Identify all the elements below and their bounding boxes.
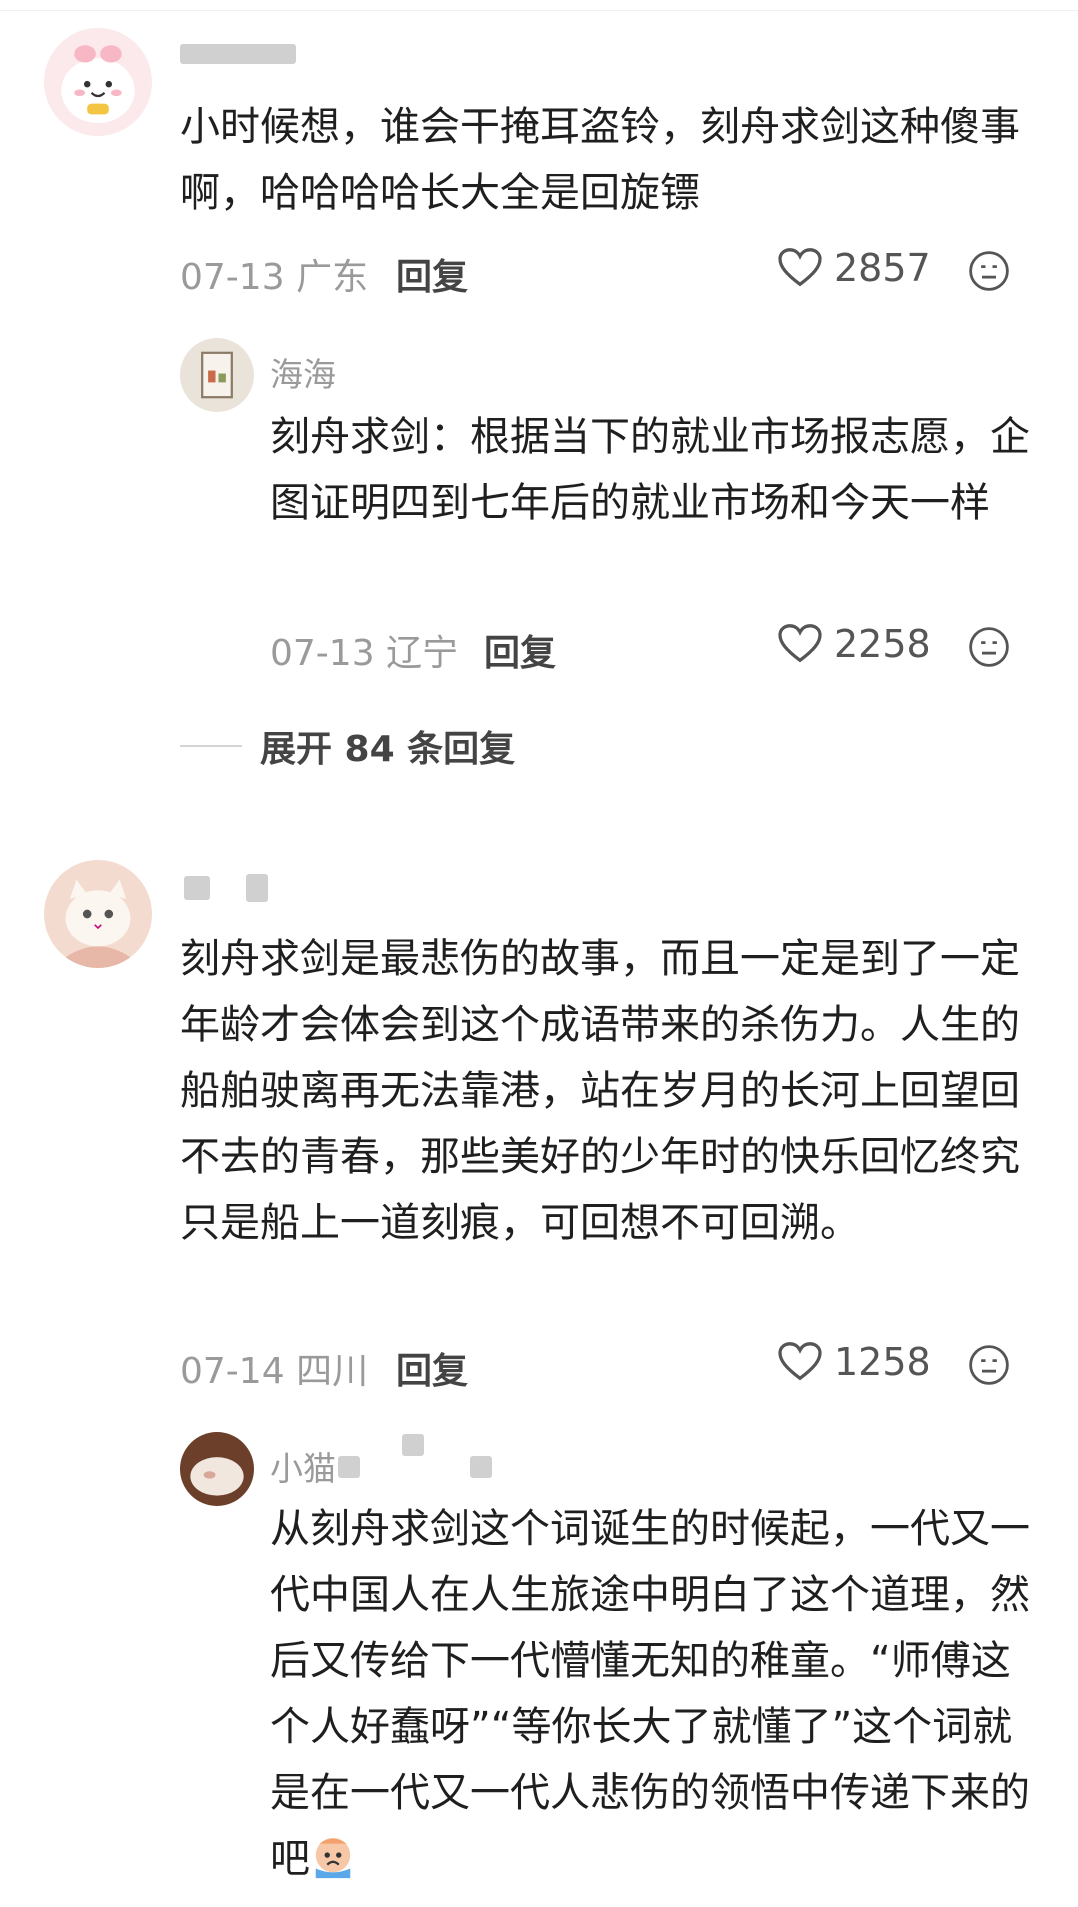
reply-text-content: 从刻舟求剑这个词诞生的时候起，一代又一代中国人在人生旅途中明白了这个道理，然后又…	[270, 1506, 1030, 1882]
blurred-username[interactable]	[184, 876, 210, 900]
like-button[interactable]: 2857	[778, 246, 931, 290]
blurred-username[interactable]	[470, 1456, 492, 1478]
blurred-username[interactable]	[338, 1456, 360, 1478]
comment-date: 07-14	[180, 1351, 285, 1392]
heart-icon	[778, 248, 822, 287]
avatar[interactable]	[44, 860, 152, 968]
reply-text: 刻舟求剑：根据当下的就业市场报志愿，企图证明四到七年后的就业市场和今天一样	[270, 414, 1030, 526]
reply-avatar[interactable]	[180, 1432, 254, 1506]
avatar[interactable]	[44, 28, 152, 136]
reply-username[interactable]: 小猫	[270, 1442, 336, 1490]
comment-meta: 07-13 广东	[180, 248, 368, 300]
like-button[interactable]: 1258	[778, 1340, 931, 1384]
neutral-face-icon	[969, 1345, 1009, 1385]
cat-avatar-icon	[44, 860, 152, 968]
reply-button[interactable]: 回复	[484, 624, 556, 676]
pink-cartoon-avatar-icon	[44, 28, 152, 136]
like-count: 2258	[834, 622, 931, 666]
neutral-face-icon	[969, 251, 1009, 291]
blurred-username[interactable]	[246, 874, 268, 902]
heart-icon	[778, 624, 822, 663]
photo-avatar-icon	[180, 338, 254, 412]
reply-text: 从刻舟求剑这个词诞生的时候起，一代又一代中国人在人生旅途中明白了这个道理，然后又…	[270, 1496, 1040, 1900]
reply-location: 辽宁	[386, 633, 459, 674]
reply-meta: 07-13 辽宁	[270, 624, 458, 676]
reply-date: 07-13	[270, 633, 375, 674]
dislike-face-button[interactable]	[968, 250, 1010, 296]
reply-button[interactable]: 回复	[396, 248, 468, 300]
expand-divider	[180, 745, 242, 747]
reply-button[interactable]: 回复	[396, 1342, 468, 1394]
expand-replies-button[interactable]: 展开 84 条回复	[180, 720, 515, 772]
dislike-face-button[interactable]	[968, 1344, 1010, 1390]
dislike-face-button[interactable]	[968, 626, 1010, 672]
like-button[interactable]: 2258	[778, 622, 931, 666]
comment-text: 小时候想，谁会干掩耳盗铃，刻舟求剑这种傻事啊，哈哈哈哈长大全是回旋镖	[180, 104, 1020, 216]
comment-meta: 07-14 四川	[180, 1342, 368, 1394]
blurred-username[interactable]	[180, 44, 296, 64]
expand-replies-label: 展开 84 条回复	[260, 729, 516, 770]
comment-date: 07-13	[180, 257, 285, 298]
reply-username[interactable]: 海海	[270, 348, 336, 396]
blurred-username[interactable]	[402, 1434, 424, 1456]
comment-location: 四川	[296, 1351, 369, 1392]
reply-avatar[interactable]	[180, 338, 254, 412]
top-divider	[0, 0, 1078, 11]
comment-text: 刻舟求剑是最悲伤的故事，而且一定是到了一定年龄才会体会到这个成语带来的杀伤力。人…	[180, 936, 1020, 1246]
comment-location: 广东	[296, 257, 369, 298]
like-count: 1258	[834, 1340, 931, 1384]
crying-emoji-icon	[310, 1834, 356, 1900]
neutral-face-icon	[969, 627, 1009, 667]
heart-icon	[778, 1342, 822, 1381]
like-count: 2857	[834, 246, 931, 290]
kitten-avatar-icon	[180, 1432, 254, 1506]
